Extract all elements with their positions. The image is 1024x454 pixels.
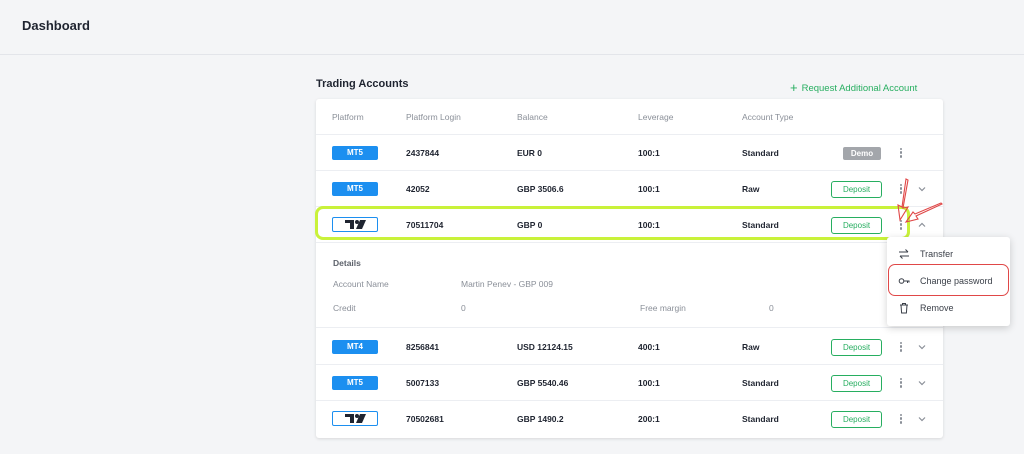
credit-value: 0: [461, 303, 466, 313]
leverage: 100:1: [638, 148, 660, 158]
column-header-login: Platform Login: [406, 112, 461, 122]
balance: GBP 1490.2: [517, 414, 564, 424]
request-additional-account-link[interactable]: + Request Additional Account: [790, 80, 917, 95]
platform-badge-mt4: MT4: [332, 340, 378, 354]
key-icon: [898, 278, 910, 284]
platform-badge-mt5: MT5: [332, 182, 378, 196]
column-header-platform: Platform: [332, 112, 364, 122]
chevron-down-icon[interactable]: [917, 414, 927, 424]
account-type: Standard: [742, 414, 779, 424]
tradingview-logo-icon: [345, 414, 366, 423]
menu-item-label: Remove: [920, 303, 954, 313]
platform-login: 70502681: [406, 414, 444, 424]
account-details-panel: Details Account Name Martin Penev - GBP …: [316, 244, 943, 328]
platform-login: 42052: [406, 184, 430, 194]
leverage: 400:1: [638, 342, 660, 352]
more-options-icon[interactable]: [897, 182, 905, 196]
more-options-icon[interactable]: [897, 340, 905, 354]
trash-icon: [900, 303, 908, 314]
table-header: Platform Platform Login Balance Leverage…: [316, 99, 943, 135]
table-row: MT5 2437844 EUR 0 100:1 Standard Demo: [316, 135, 943, 171]
platform-login: 8256841: [406, 342, 440, 352]
account-type: Standard: [742, 148, 779, 158]
page-header: Dashboard: [0, 0, 1024, 55]
plus-icon: +: [790, 80, 798, 95]
balance: USD 12124.15: [517, 342, 573, 352]
account-name-value: Martin Penev - GBP 009: [461, 279, 553, 289]
table-row: MT4 8256841 USD 12124.15 400:1 Raw Depos…: [316, 329, 943, 365]
page-title: Dashboard: [22, 18, 90, 33]
free-margin-value: 0: [769, 303, 774, 313]
deposit-button[interactable]: Deposit: [831, 411, 882, 428]
balance: EUR 0: [517, 148, 543, 158]
balance: GBP 3506.6: [517, 184, 564, 194]
request-additional-account-label: Request Additional Account: [801, 83, 918, 94]
chevron-down-icon[interactable]: [917, 342, 927, 352]
more-options-icon[interactable]: [897, 376, 905, 390]
table-row: MT5 5007133 GBP 5540.46 100:1 Standard D…: [316, 365, 943, 401]
platform-badge-mt5: MT5: [332, 146, 378, 160]
leverage: 100:1: [638, 184, 660, 194]
chevron-up-icon[interactable]: [917, 220, 927, 230]
deposit-button[interactable]: Deposit: [831, 375, 882, 392]
menu-item-change-password[interactable]: Change password: [887, 268, 1010, 294]
trading-accounts-table: Platform Platform Login Balance Leverage…: [316, 99, 943, 438]
leverage: 200:1: [638, 414, 660, 424]
account-actions-menu: Transfer Change password Remove: [887, 237, 1010, 326]
leverage: 100:1: [638, 378, 660, 388]
column-header-leverage: Leverage: [638, 112, 674, 122]
deposit-button[interactable]: Deposit: [831, 181, 882, 198]
menu-item-label: Transfer: [920, 249, 954, 259]
platform-badge-tradingview: [332, 411, 378, 426]
chevron-down-icon[interactable]: [917, 184, 927, 194]
column-header-balance: Balance: [517, 112, 548, 122]
transfer-icon: [899, 249, 909, 259]
row-highlight-annotation: [315, 206, 910, 240]
platform-badge-mt5: MT5: [332, 376, 378, 390]
free-margin-label: Free margin: [640, 303, 686, 313]
chevron-down-icon[interactable]: [917, 378, 927, 388]
account-name-label: Account Name: [333, 279, 389, 289]
more-options-icon[interactable]: [897, 412, 905, 426]
account-type: Standard: [742, 378, 779, 388]
column-header-account-type: Account Type: [742, 112, 794, 122]
platform-login: 5007133: [406, 378, 440, 388]
menu-item-label: Change password: [920, 276, 993, 286]
table-row: MT5 42052 GBP 3506.6 100:1 Raw Deposit: [316, 171, 943, 207]
section-title: Trading Accounts: [316, 78, 409, 90]
demo-badge: Demo: [843, 147, 881, 160]
details-title: Details: [333, 258, 361, 268]
more-options-icon[interactable]: [897, 146, 905, 160]
account-type: Raw: [742, 184, 760, 194]
credit-label: Credit: [333, 303, 356, 313]
menu-item-transfer[interactable]: Transfer: [887, 241, 1010, 267]
menu-item-remove[interactable]: Remove: [887, 295, 1010, 321]
table-row: 70502681 GBP 1490.2 200:1 Standard Depos…: [316, 401, 943, 437]
balance: GBP 5540.46: [517, 378, 569, 388]
account-type: Raw: [742, 342, 760, 352]
platform-login: 2437844: [406, 148, 440, 158]
deposit-button[interactable]: Deposit: [831, 339, 882, 356]
